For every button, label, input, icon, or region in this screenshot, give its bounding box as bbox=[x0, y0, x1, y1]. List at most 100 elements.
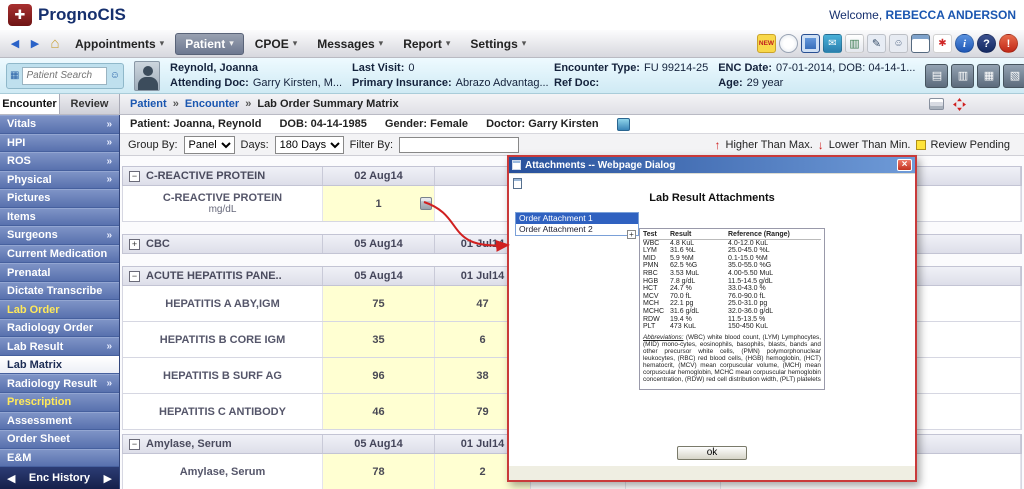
monitor-icon[interactable] bbox=[801, 34, 820, 53]
breadcrumb-patient[interactable]: Patient bbox=[130, 98, 167, 110]
encounter-date-icon[interactable] bbox=[617, 118, 630, 131]
chevron-right-icon: » bbox=[106, 174, 112, 185]
attachment-item[interactable]: Order Attachment 1 bbox=[516, 213, 638, 224]
result-cell[interactable]: 35 bbox=[323, 322, 435, 357]
page-title: Lab Order Summary Matrix bbox=[257, 98, 398, 110]
add-patient-icon[interactable]: ☺ bbox=[110, 70, 120, 81]
group-by-select[interactable]: Panel bbox=[184, 136, 235, 154]
sidebar-item-lab-order[interactable]: Lab Order bbox=[0, 300, 119, 319]
result-cell[interactable]: 78 bbox=[323, 454, 435, 489]
tab-review[interactable]: Review bbox=[60, 94, 120, 114]
collapse-icon[interactable]: − bbox=[129, 439, 140, 450]
window-icon[interactable] bbox=[911, 34, 930, 53]
encounter-info: Encounter Type:FU 99214-25 Ref Doc: bbox=[554, 62, 708, 89]
sidebar-item-current-medication[interactable]: Current Medication bbox=[0, 245, 119, 264]
enc-history-bar[interactable]: ◀ Enc History ▶ bbox=[0, 467, 119, 489]
test-name: HEPATITIS A ABY,IGM bbox=[165, 298, 280, 310]
result-cell[interactable]: 96 bbox=[323, 358, 435, 393]
export-button[interactable]: ▦ bbox=[977, 64, 1000, 88]
chevron-left-icon[interactable]: ◀ bbox=[7, 472, 15, 485]
chevron-right-icon: » bbox=[106, 137, 112, 148]
people-icon[interactable]: ☺ bbox=[889, 34, 908, 53]
chevron-right-icon[interactable]: ▶ bbox=[104, 472, 112, 485]
sidebar-item-surgeons[interactable]: Surgeons» bbox=[0, 226, 119, 245]
column-header: Result bbox=[670, 231, 728, 239]
document-icon bbox=[513, 178, 522, 189]
sidebar-item-physical[interactable]: Physical» bbox=[0, 171, 119, 190]
sidebar-item-hpi[interactable]: HPI» bbox=[0, 134, 119, 153]
list-button[interactable]: ▤ bbox=[925, 64, 948, 88]
menu-label: Report bbox=[403, 37, 442, 51]
review-pending-checkbox[interactable] bbox=[916, 140, 926, 150]
sidebar-item-radiology-order[interactable]: Radiology Order bbox=[0, 319, 119, 338]
snowflake-icon[interactable]: ✱ bbox=[933, 34, 952, 53]
chart-button[interactable]: ▧ bbox=[1003, 64, 1024, 88]
breadcrumb-encounter[interactable]: Encounter bbox=[185, 98, 239, 110]
user-name[interactable]: REBECCA ANDERSON bbox=[886, 8, 1016, 22]
close-icon[interactable]: × bbox=[897, 159, 912, 171]
tab-encounter[interactable]: Encounter bbox=[0, 94, 60, 114]
chart-icon[interactable]: ▥ bbox=[845, 34, 864, 53]
patient-avatar[interactable] bbox=[134, 61, 160, 91]
sidebar-item-lab-matrix[interactable]: Lab Matrix bbox=[0, 356, 119, 375]
lab-button[interactable]: ▥ bbox=[951, 64, 974, 88]
filter-input[interactable] bbox=[399, 137, 519, 153]
table-row: HCT24.7 %33.0-43.0 % bbox=[643, 285, 821, 293]
menu-settings[interactable]: Settings▾ bbox=[461, 34, 535, 54]
expand-screen-icon[interactable] bbox=[953, 98, 966, 111]
mail-icon[interactable]: ✉ bbox=[823, 34, 842, 53]
sidebar-item-assessment[interactable]: Assessment bbox=[0, 412, 119, 431]
forward-icon[interactable]: ▶ bbox=[26, 35, 44, 53]
sidebar-item-dictate-transcribe[interactable]: Dictate Transcribe bbox=[0, 282, 119, 301]
abbreviations-note: Abbreviations: (WBC) white blood count, … bbox=[643, 334, 821, 383]
sidebar-item-pictures[interactable]: Pictures bbox=[0, 189, 119, 208]
expand-icon[interactable]: + bbox=[129, 239, 140, 250]
result-cell[interactable]: 46 bbox=[323, 394, 435, 429]
last-visit-value: 0 bbox=[408, 62, 414, 74]
attachment-icon[interactable] bbox=[420, 197, 432, 210]
patient-search-input[interactable] bbox=[22, 67, 106, 85]
nav-icon-tray: NEW ✉ ▥ ✎ ☺ ✱ i ? ! bbox=[757, 34, 1018, 53]
menu-report[interactable]: Report▾ bbox=[394, 34, 459, 54]
sidebar-item-vitals[interactable]: Vitals» bbox=[0, 115, 119, 134]
sidebar-item-prenatal[interactable]: Prenatal bbox=[0, 263, 119, 282]
menu-label: Patient bbox=[185, 37, 225, 51]
result-cell[interactable]: 75 bbox=[323, 286, 435, 321]
menu-messages[interactable]: Messages▾ bbox=[308, 34, 392, 54]
collapse-icon[interactable]: − bbox=[129, 171, 140, 182]
encounter-type-value: FU 99214-25 bbox=[644, 62, 708, 74]
info-icon[interactable]: i bbox=[955, 34, 974, 53]
collapse-icon[interactable]: − bbox=[129, 271, 140, 282]
days-select[interactable]: 180 Days bbox=[275, 136, 344, 154]
last-visit-label: Last Visit: bbox=[352, 62, 404, 74]
help-icon[interactable]: ? bbox=[977, 34, 996, 53]
result-cell[interactable]: 1 bbox=[323, 186, 435, 221]
alert-icon[interactable]: ! bbox=[999, 34, 1018, 53]
result-value: 46 bbox=[372, 406, 384, 418]
breadcrumb: Patient » Encounter » Lab Order Summary … bbox=[120, 94, 1024, 114]
sidebar-item-items[interactable]: Items bbox=[0, 208, 119, 227]
ok-button[interactable]: ok bbox=[677, 446, 747, 460]
printer-icon[interactable] bbox=[929, 98, 944, 110]
stopwatch-icon[interactable] bbox=[779, 34, 798, 53]
encounter-sidebar: Vitals» HPI» ROS» Physical» Pictures Ite… bbox=[0, 115, 120, 489]
sidebar-item-radiology-result[interactable]: Radiology Result» bbox=[0, 374, 119, 393]
filter-row: Group By: Panel Days: 180 Days Filter By… bbox=[120, 134, 1024, 156]
menu-appointments[interactable]: Appointments▾ bbox=[66, 34, 173, 54]
back-icon[interactable]: ◀ bbox=[6, 35, 24, 53]
sidebar-item-prescription[interactable]: Prescription bbox=[0, 393, 119, 412]
sidebar-item-lab-result[interactable]: Lab Result» bbox=[0, 337, 119, 356]
pen-icon[interactable]: ✎ bbox=[867, 34, 886, 53]
sidebar-item-order-sheet[interactable]: Order Sheet bbox=[0, 430, 119, 449]
home-icon[interactable]: ⌂ bbox=[46, 35, 64, 53]
new-badge[interactable]: NEW bbox=[757, 34, 776, 53]
dialog-title-bar[interactable]: Attachments -- Webpage Dialog × bbox=[509, 157, 915, 173]
expand-icon[interactable]: + bbox=[627, 230, 636, 239]
menu-cpoe[interactable]: CPOE▾ bbox=[246, 34, 307, 54]
search-grid-icon[interactable]: ▦ bbox=[10, 70, 19, 81]
test-name: HEPATITIS C ANTIBODY bbox=[159, 406, 286, 418]
menu-patient[interactable]: Patient▾ bbox=[175, 33, 244, 55]
sidebar-item-ros[interactable]: ROS» bbox=[0, 152, 119, 171]
attachment-item[interactable]: Order Attachment 2 bbox=[516, 224, 638, 235]
sidebar-item-em[interactable]: E&M bbox=[0, 449, 119, 468]
